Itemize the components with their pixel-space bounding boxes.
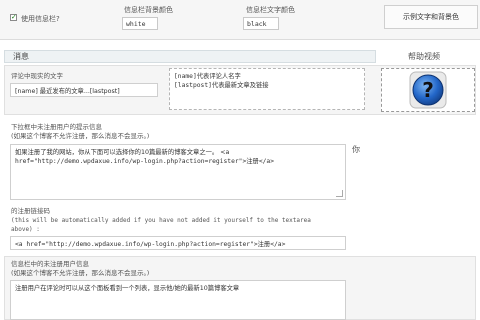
placeholder-hint-box: [name]代表评论人名字 [lastpost]代表最新文章及链接 — [169, 68, 365, 110]
dropdown-message-note: (如果这个博客不允许注册，那么消息不会显示。) — [11, 132, 150, 140]
text-color-label: 信息栏文字颜色 — [246, 6, 295, 14]
register-link-input[interactable]: <a href="http://demo.wpdaxue.info/wp-log… — [10, 236, 346, 250]
bg-color-label: 信息栏背景颜色 — [124, 6, 173, 14]
dropdown-value-line2: href="http://demo.wpdaxue.info/wp-login.… — [15, 158, 275, 165]
register-link-note-1: (this will be automatically added if you… — [11, 217, 311, 224]
dropdown-side-text: 你 — [352, 145, 360, 154]
text-color-input[interactable]: black — [243, 17, 279, 30]
dropdown-message-textarea[interactable]: 如果注册了我的网站，你从下面可以选择你的10篇最新的博客文章之一。 <a hre… — [10, 144, 346, 200]
infobar-message-label: 信息栏中的未注册用户信息 — [11, 260, 89, 268]
register-link-note-2: above) : — [11, 226, 40, 233]
infobar-message-textarea[interactable]: 注册用户在评论时可以从这个面板看到一个列表，显示他/她的最新10篇博客文章 — [10, 280, 346, 320]
existing-users-input[interactable]: [name] 最近发布的文章...[lastpost] — [10, 83, 158, 97]
message-section-header: 消息 — [4, 50, 376, 63]
use-infobar-checkbox[interactable] — [10, 13, 17, 21]
help-question-icon: ? — [409, 71, 447, 109]
existing-users-label: 评论中现实的文字 — [11, 72, 63, 80]
dropdown-message-label: 下拉框中未注册用户的提示信息 — [11, 123, 102, 131]
textarea-resize-handle[interactable] — [336, 190, 343, 197]
dropdown-value-line1: 如果注册了我的网站，你从下面可以选择你的10篇最新的博客文章之一。 <a — [15, 149, 230, 156]
bg-color-input[interactable]: white — [122, 17, 158, 30]
hint-lastpost: [lastpost]代表最新文章及链接 — [174, 82, 269, 89]
help-video-label: 帮助视频 — [408, 52, 440, 61]
use-infobar-label: 使用信息栏? — [21, 15, 60, 23]
register-link-label: 的注册链接码 — [11, 207, 50, 215]
svg-text:?: ? — [422, 78, 434, 102]
hint-name: [name]代表评论人名字 — [174, 73, 241, 80]
sample-text-bg-button[interactable]: 示例文字和背景色 — [384, 5, 478, 29]
infobar-message-note: (如果这个博客不允许注册，那么消息不会显示。) — [11, 269, 150, 277]
help-video-box[interactable]: ? — [381, 68, 475, 112]
